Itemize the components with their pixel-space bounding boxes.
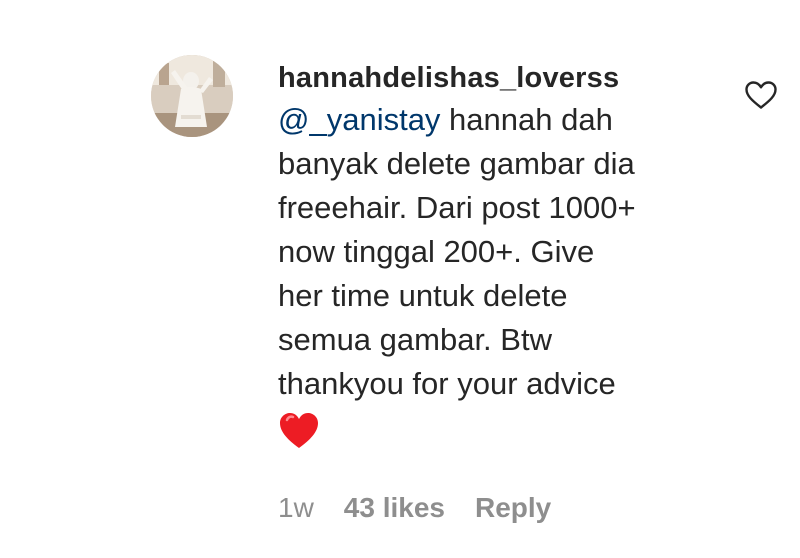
comment-line: @_yanistay hannah dah	[278, 98, 718, 142]
likes-count[interactable]: 43 likes	[344, 490, 445, 526]
comment-line: semua gambar. Btw	[278, 322, 552, 357]
reply-button[interactable]: Reply	[475, 490, 551, 526]
comment-line-text: hannah dah	[440, 102, 613, 137]
comment-body: hannahdelishas_loverss @_yanistay hannah…	[278, 58, 718, 452]
comment-line: freeehair. Dari post 1000+	[278, 190, 636, 225]
red-heart-emoji	[280, 413, 318, 448]
heart-outline-icon	[745, 81, 777, 109]
comment-time[interactable]: 1w	[278, 490, 314, 526]
avatar[interactable]	[151, 55, 233, 137]
comment: hannahdelishas_loverss @_yanistay hannah…	[0, 0, 800, 558]
comment-text: @_yanistay hannah dah banyak delete gamb…	[278, 98, 718, 452]
comment-line: banyak delete gambar dia	[278, 146, 635, 181]
comment-line: her time untuk delete	[278, 278, 568, 313]
like-button[interactable]	[744, 80, 778, 110]
comment-line: thankyou for your advice	[278, 366, 616, 401]
mention-link[interactable]: @_yanistay	[278, 102, 440, 137]
comment-username[interactable]: hannahdelishas_loverss	[278, 58, 718, 98]
comment-meta: 1w 43 likes Reply	[278, 490, 551, 526]
comment-line: now tinggal 200+. Give	[278, 234, 595, 269]
